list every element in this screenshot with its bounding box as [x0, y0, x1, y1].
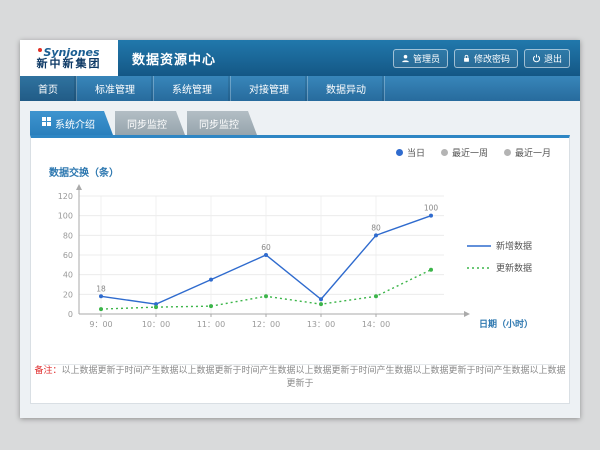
svg-text:60: 60 — [63, 251, 73, 260]
svg-text:100: 100 — [424, 204, 439, 213]
app-window: Synjones 新中新集团 数据资源中心 管理员 修改密码 — [20, 40, 580, 418]
exchange-line-chart: 0 20 40 60 80 100 120 9：00 10：00 11：00 12：00 13：00 1… — [39, 182, 559, 352]
period-legend-item[interactable]: 最近一周 — [441, 146, 488, 159]
chart-card: 当日 最近一周 最近一月 数据交换（条） 0 20 40 60 80 100 120 9：00… — [30, 135, 570, 404]
company-logo: Synjones 新中新集团 — [20, 40, 118, 76]
chart-y-axis-title: 数据交换（条） — [49, 164, 119, 179]
svg-text:120: 120 — [58, 192, 73, 201]
svg-text:80: 80 — [371, 223, 381, 232]
period-legend-item[interactable]: 最近一月 — [504, 146, 551, 159]
svg-text:0: 0 — [68, 310, 73, 319]
svg-text:40: 40 — [63, 271, 73, 280]
grid-icon — [42, 117, 51, 129]
svg-text:20: 20 — [63, 290, 73, 299]
nav-item-data-change[interactable]: 数据异动 — [308, 76, 385, 101]
header-actions: 管理员 修改密码 退出 — [393, 49, 570, 68]
period-legend-item[interactable]: 当日 — [396, 146, 425, 159]
change-password-button[interactable]: 修改密码 — [454, 49, 518, 68]
admin-button-label: 管理员 — [413, 52, 440, 65]
chart-container: 0 20 40 60 80 100 120 9：00 10：00 11：00 12：00 13：00 1… — [39, 182, 559, 356]
remark-text: 备注：以上数据更新于时间产生数据以上数据更新于时间产生数据以上数据更新于时间产生… — [31, 363, 569, 389]
tab-sync-monitor-1[interactable]: 同步监控 — [115, 111, 185, 135]
svg-text:14：00: 14：00 — [362, 320, 390, 329]
svg-text:新增数据: 新增数据 — [496, 240, 532, 252]
content-area: 系统介绍 同步监控 同步监控 当日 最近一周 — [20, 101, 580, 418]
svg-text:13：00: 13：00 — [307, 320, 335, 329]
period-label: 最近一月 — [515, 146, 551, 159]
period-label: 最近一周 — [452, 146, 488, 159]
svg-text:80: 80 — [63, 231, 73, 240]
main-nav: 首页 标准管理 系统管理 对接管理 数据异动 — [20, 76, 580, 101]
svg-text:日期（小时）: 日期（小时） — [479, 318, 533, 330]
tab-sync-monitor-2[interactable]: 同步监控 — [187, 111, 257, 135]
user-icon — [401, 54, 410, 63]
logo-star-icon — [38, 48, 42, 52]
period-dot-week — [441, 149, 448, 156]
page-title: 数据资源中心 — [132, 49, 216, 68]
tab-bar: 系统介绍 同步监控 同步监控 — [30, 111, 570, 135]
change-password-button-label: 修改密码 — [474, 52, 510, 65]
svg-text:9：00: 9：00 — [89, 320, 112, 329]
period-label: 当日 — [407, 146, 425, 159]
svg-text:更新数据: 更新数据 — [496, 262, 532, 274]
period-dot-month — [504, 149, 511, 156]
period-legend: 当日 最近一周 最近一月 — [396, 146, 551, 159]
logo-company-text: 新中新集团 — [37, 58, 102, 70]
svg-text:10：00: 10：00 — [142, 320, 170, 329]
svg-text:11：00: 11：00 — [197, 320, 225, 329]
power-icon — [532, 54, 541, 63]
logout-button[interactable]: 退出 — [524, 49, 570, 68]
remark-body: 以上数据更新于时间产生数据以上数据更新于时间产生数据以上数据更新于时间产生数据以… — [62, 366, 566, 389]
svg-text:60: 60 — [261, 243, 271, 252]
tab-label: 同步监控 — [127, 116, 167, 131]
svg-text:100: 100 — [58, 212, 73, 221]
period-dot-today — [396, 149, 403, 156]
tab-system-intro[interactable]: 系统介绍 — [30, 111, 113, 135]
admin-button[interactable]: 管理员 — [393, 49, 448, 68]
app-header: Synjones 新中新集团 数据资源中心 管理员 修改密码 — [20, 40, 580, 76]
nav-item-connection-mgmt[interactable]: 对接管理 — [231, 76, 308, 101]
nav-item-home[interactable]: 首页 — [20, 76, 77, 101]
lock-icon — [462, 54, 471, 63]
tab-label: 系统介绍 — [55, 116, 95, 131]
remark-prefix: 备注： — [34, 366, 61, 376]
nav-item-system-mgmt[interactable]: 系统管理 — [154, 76, 231, 101]
nav-item-standard-mgmt[interactable]: 标准管理 — [77, 76, 154, 101]
tab-label: 同步监控 — [199, 116, 239, 131]
svg-text:12：00: 12：00 — [252, 320, 280, 329]
logout-button-label: 退出 — [544, 52, 562, 65]
svg-text:18: 18 — [96, 284, 106, 293]
